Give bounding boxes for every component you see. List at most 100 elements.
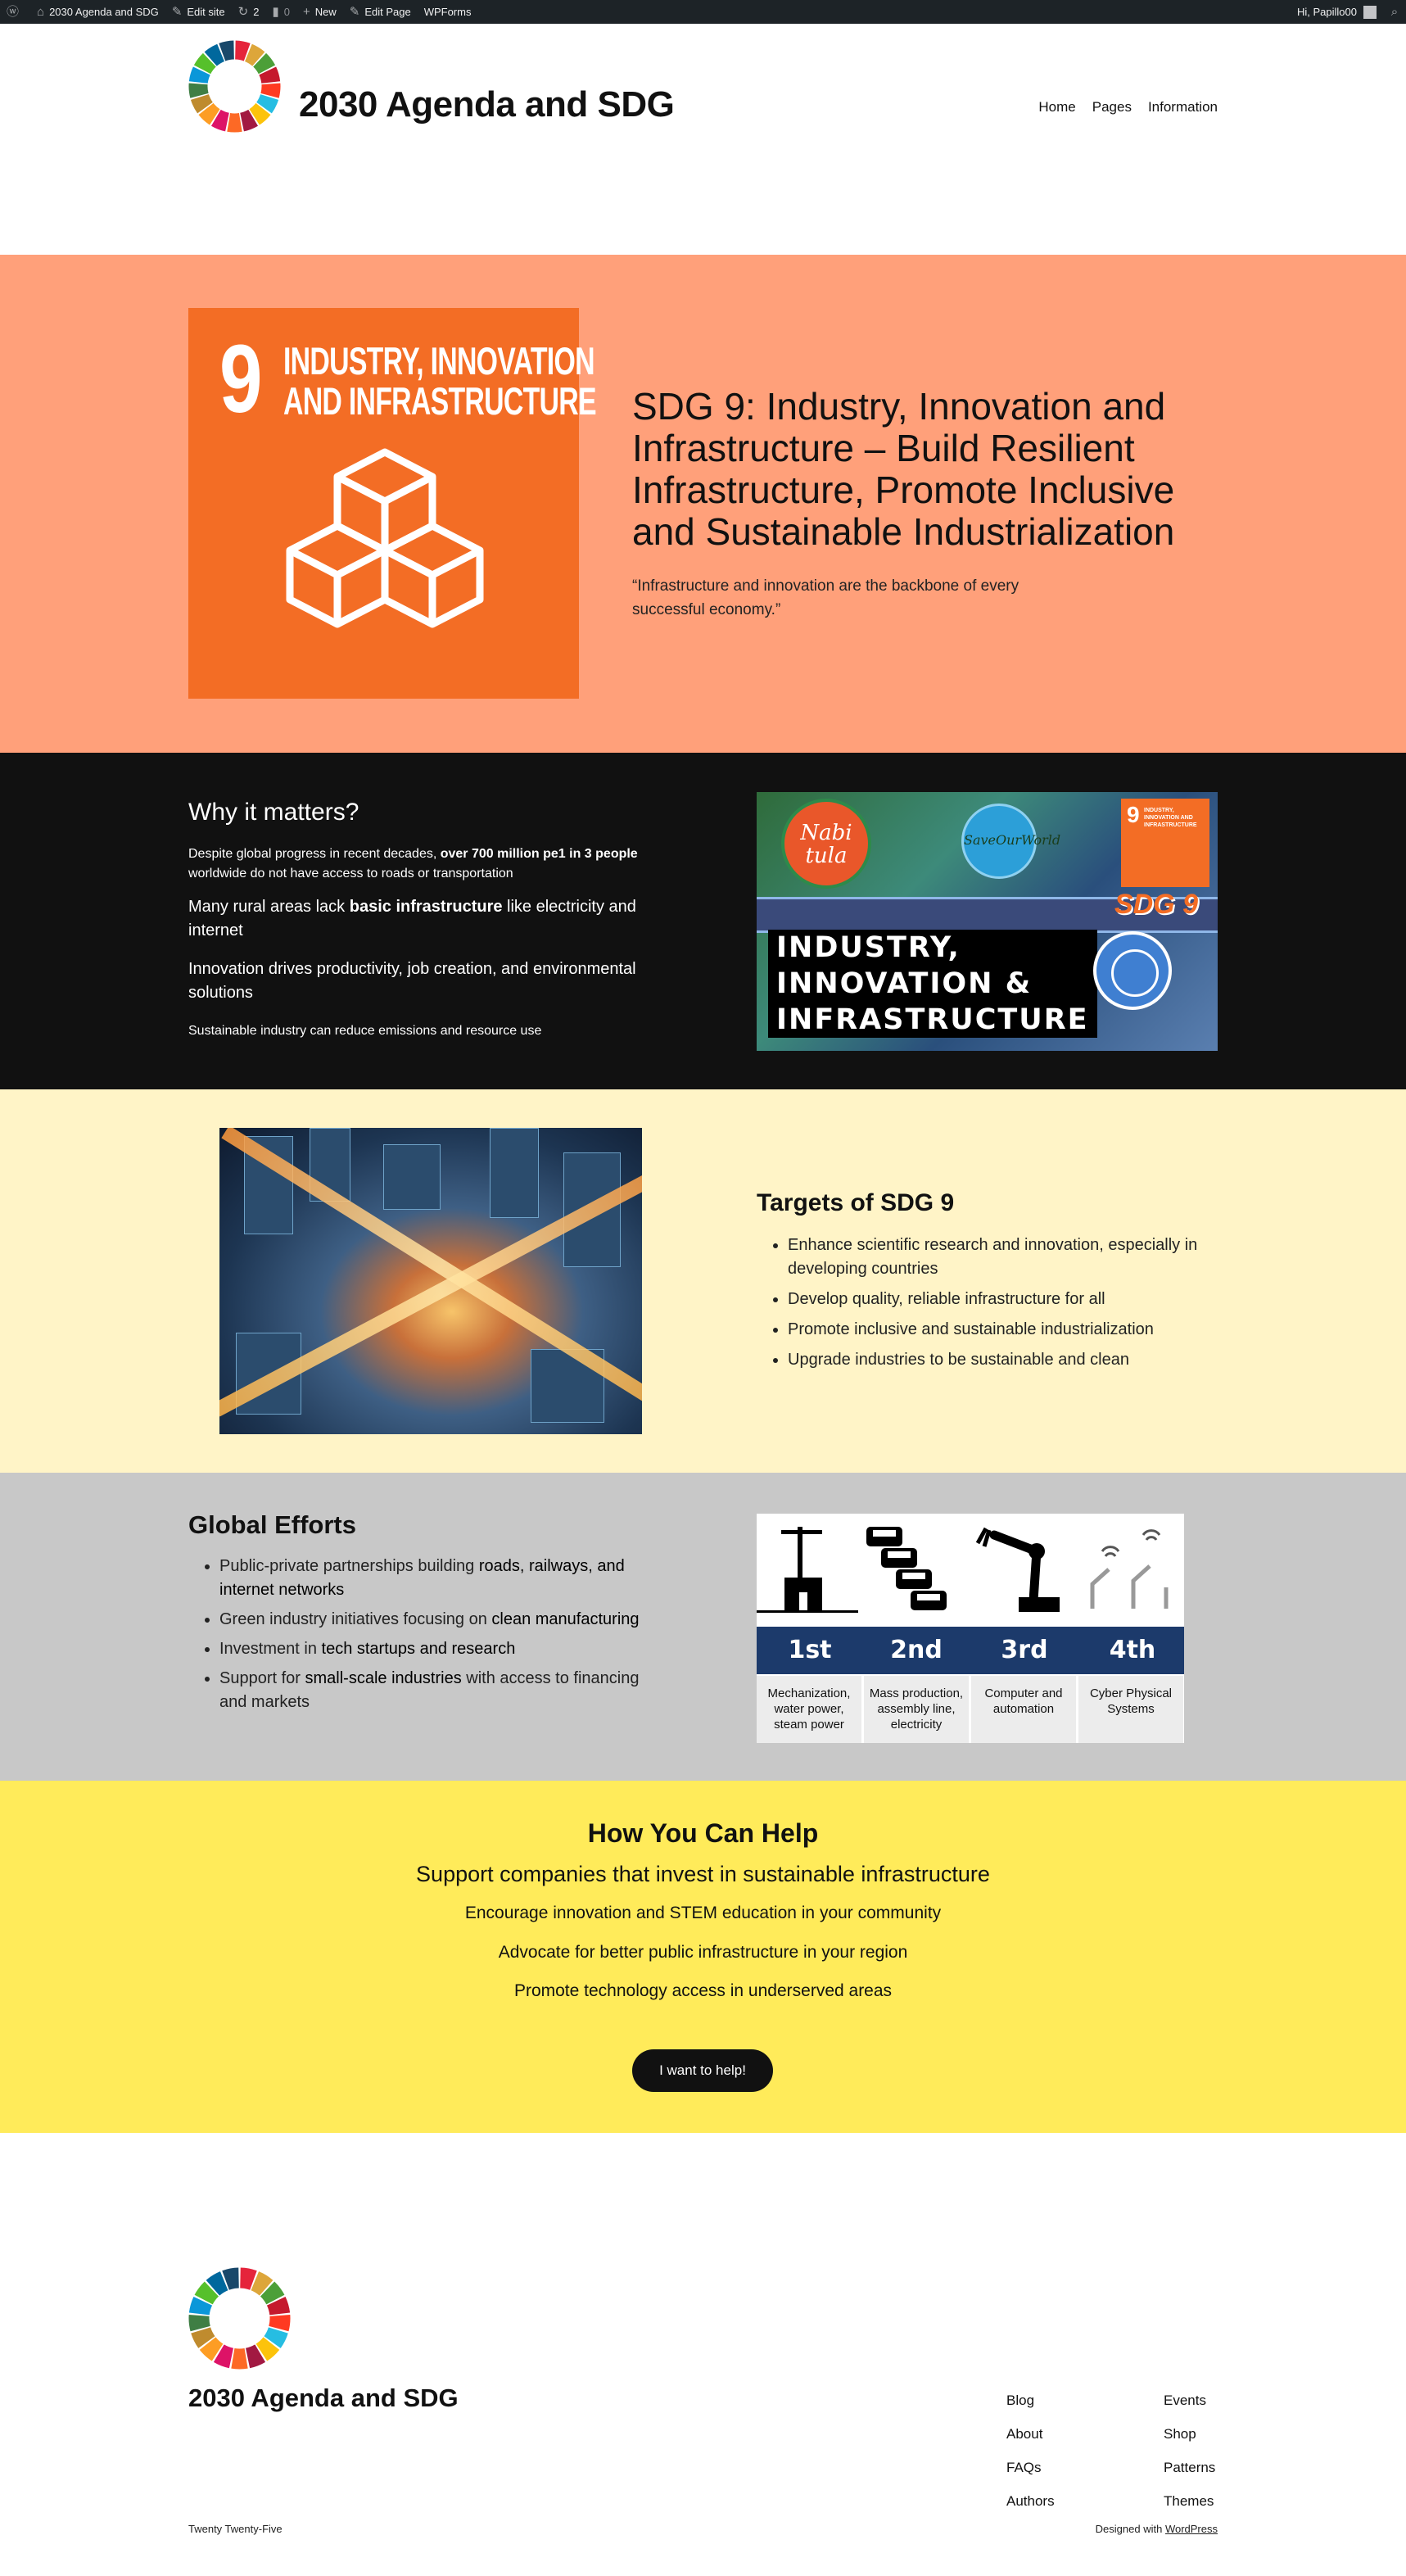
item-text: Investment in [219, 1640, 322, 1658]
updates-icon: ↻ [237, 5, 249, 19]
item-text: Green industry initiatives focusing on [219, 1610, 492, 1628]
hero-title: SDG 9: Industry, Innovation and Infrastr… [632, 385, 1175, 553]
targets-section: Targets of SDG 9 Enhance scientific rese… [0, 1089, 1406, 1473]
wordpress-link[interactable]: WordPress [1165, 2523, 1218, 2535]
sdg9-tile-label-line2: AND INFRASTRUCTURE [283, 379, 597, 423]
why-p1-text-end: worldwide do not have access to roads or… [188, 867, 513, 881]
footer-nav-col-1: Blog About FAQs Authors [1006, 2384, 1055, 2518]
efforts-list: Public-private partnerships building roa… [219, 1555, 662, 1720]
footer-link-about[interactable]: About [1006, 2417, 1055, 2451]
sdg9-mini-tile: 9 INDUSTRY, INNOVATION AND INFRASTRUCTUR… [1121, 799, 1209, 887]
wordpress-icon: ⓦ [7, 5, 20, 19]
item-emphasis: small-scale industries [305, 1669, 462, 1687]
why-p2-text: Many rural areas lack [188, 898, 350, 916]
new-label: New [314, 6, 337, 18]
banner-line-3: INFRASTRUCTURE [776, 1003, 1089, 1036]
globe-text: SaveOurWorld [964, 832, 1061, 848]
footer-theme-name: Twenty Twenty-Five [188, 2523, 283, 2535]
mini-tile-number: 9 [1127, 802, 1140, 827]
why-paragraph-2: Many rural areas lack basic infrastructu… [188, 895, 647, 943]
footer-link-faqs[interactable]: FAQs [1006, 2451, 1055, 2484]
robot-arm-icon [975, 1527, 1060, 1612]
site-header: 2030 Agenda and SDG Home Pages Informati… [0, 24, 1406, 255]
account-menu[interactable]: Hi, Papillo00 [1291, 0, 1383, 24]
greeting-label: Hi, Papillo00 [1297, 6, 1357, 18]
item-text: Public-private partnerships building [219, 1557, 479, 1575]
badge-text-2: tula [805, 844, 848, 868]
footer-link-events[interactable]: Events [1164, 2384, 1215, 2417]
wpforms-menu[interactable]: WPForms [418, 0, 478, 24]
revolution-label: 2nd [890, 1636, 943, 1664]
wordpress-menu[interactable]: ⓦ [0, 0, 30, 24]
new-content-menu[interactable]: + New [296, 0, 343, 24]
banner-line-1: INDUSTRY, [776, 931, 961, 964]
footer-credit: Designed with WordPress [1096, 2523, 1218, 2535]
edit-icon: ✎ [171, 5, 183, 19]
wheel-segment [231, 2347, 248, 2370]
sdg-wheel-logo[interactable] [188, 40, 281, 133]
factory-crane-icon [757, 1527, 858, 1613]
footer-link-shop[interactable]: Shop [1164, 2417, 1215, 2451]
footer-site-title[interactable]: 2030 Agenda and SDG [188, 2384, 459, 2413]
main-nav: Home Pages Information [1038, 99, 1218, 115]
help-button[interactable]: I want to help! [632, 2049, 773, 2092]
nav-item-pages[interactable]: Pages [1092, 99, 1132, 115]
list-item: Enhance scientific research and innovati… [788, 1234, 1222, 1281]
footer-link-authors[interactable]: Authors [1006, 2484, 1055, 2518]
help-line-2: Encourage innovation and STEM education … [464, 1904, 942, 1922]
wpforms-label: WPForms [423, 6, 472, 18]
site-title[interactable]: 2030 Agenda and SDG [299, 84, 675, 125]
banner-sdg-label: SDG 9 [1114, 889, 1198, 920]
footer-nav-col-2: Events Shop Patterns Themes [1164, 2384, 1215, 2518]
updates-link[interactable]: ↻ 2 [232, 0, 266, 24]
why-p1-text: Despite global progress in recent decade… [188, 847, 441, 861]
hero-section: 9 INDUSTRY, INNOVATION AND INFRASTRUCTUR… [0, 255, 1406, 753]
revolution-caption: Mechanization, water power, steam power [757, 1676, 861, 1743]
edit-site-label: Edit site [187, 6, 225, 18]
sdg9-tile-number: 9 [219, 325, 263, 433]
cars-icon [866, 1527, 947, 1610]
un-emblem-icon [1093, 931, 1172, 1010]
site-footer: 2030 Agenda and SDG Blog About FAQs Auth… [0, 2133, 1406, 2576]
nabi-tula-badge: Nabi tula [781, 799, 871, 889]
cyber-robots-icon [1090, 1529, 1169, 1609]
item-emphasis: clean manufacturing [491, 1610, 640, 1628]
wheel-segment [227, 113, 242, 133]
cubes-icon [286, 448, 484, 628]
footer-link-themes[interactable]: Themes [1164, 2484, 1215, 2518]
nav-item-home[interactable]: Home [1038, 99, 1075, 115]
why-it-matters-section: Why it matters? Despite global progress … [0, 753, 1406, 1089]
edit-page-link[interactable]: ✎ Edit Page [343, 0, 418, 24]
admin-bar: ⓦ ⌂ 2030 Agenda and SDG ✎ Edit site ↻ 2 … [0, 0, 1406, 24]
comments-link[interactable]: ▮ 0 [265, 0, 296, 24]
sdg9-tile-label-line1: INDUSTRY, INNOVATION [283, 339, 595, 383]
credit-text: Designed with [1095, 2523, 1165, 2535]
why-p2-bold: basic infrastructure [349, 898, 503, 916]
global-efforts-section: Global Efforts Public-private partnershi… [0, 1473, 1406, 1781]
sdg-wheel-logo[interactable] [188, 2267, 291, 2370]
targets-list: Enhance scientific research and innovati… [788, 1234, 1222, 1379]
efforts-heading: Global Efforts [188, 1510, 356, 1539]
plus-icon: + [302, 5, 310, 19]
sdg9-tile-image: 9 INDUSTRY, INNOVATION AND INFRASTRUCTUR… [188, 308, 597, 699]
site-name-label: 2030 Agenda and SDG [49, 6, 159, 18]
admin-search[interactable]: ⌕ [1383, 0, 1406, 24]
avatar [1363, 5, 1377, 19]
footer-link-blog[interactable]: Blog [1006, 2384, 1055, 2417]
edit-site-link[interactable]: ✎ Edit site [165, 0, 232, 24]
revolution-caption: Computer and automation [971, 1676, 1076, 1743]
nav-item-information[interactable]: Information [1148, 99, 1218, 115]
list-item: Public-private partnerships building roa… [219, 1555, 662, 1602]
footer-link-patterns[interactable]: Patterns [1164, 2451, 1215, 2484]
why-paragraph-1: Despite global progress in recent decade… [188, 844, 663, 884]
help-heading: How You Can Help [587, 1818, 819, 1848]
site-name-menu[interactable]: ⌂ 2030 Agenda and SDG [30, 0, 165, 24]
search-icon: ⌕ [1390, 5, 1399, 19]
why-p1-bold: over 700 million pe1 in 3 people [440, 847, 638, 861]
industrial-revolutions-image: 1st 2nd 3rd 4th Mechanization, water pow… [757, 1514, 1184, 1743]
help-line-1: Support companies that invest in sustain… [416, 1862, 990, 1886]
how-you-can-help-section: How You Can Help Support companies that … [0, 1781, 1406, 2133]
updates-count: 2 [253, 6, 260, 18]
list-item: Upgrade industries to be sustainable and… [788, 1348, 1222, 1372]
banner-headline: INDUSTRY, INNOVATION & INFRASTRUCTURE [768, 930, 1097, 1038]
